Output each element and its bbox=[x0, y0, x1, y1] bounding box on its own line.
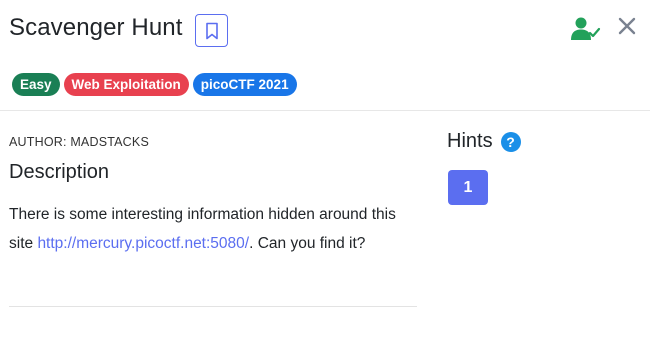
challenge-link[interactable]: http://mercury.picoctf.net:5080/ bbox=[37, 235, 249, 252]
close-icon[interactable] bbox=[615, 14, 639, 38]
challenge-tags: Easy Web Exploitation picoCTF 2021 bbox=[12, 73, 297, 96]
bookmark-button[interactable] bbox=[195, 14, 228, 47]
description-text: There is some interesting information hi… bbox=[9, 200, 419, 258]
challenge-title: Scavenger Hunt bbox=[9, 14, 183, 41]
bookmark-icon bbox=[205, 22, 218, 39]
difficulty-badge: Easy bbox=[12, 73, 60, 96]
description-text-end: . Can you find it? bbox=[249, 235, 366, 252]
category-badge: Web Exploitation bbox=[63, 73, 189, 96]
event-badge: picoCTF 2021 bbox=[192, 73, 297, 96]
hints-section-title: Hints ? bbox=[447, 130, 521, 153]
user-check-icon bbox=[571, 17, 601, 40]
header-divider bbox=[0, 110, 650, 111]
description-divider bbox=[9, 306, 417, 307]
challenge-header: Scavenger Hunt Easy Web Exploitation pic… bbox=[0, 0, 650, 110]
hint-button-1[interactable]: 1 bbox=[448, 170, 488, 205]
description-heading: Description bbox=[9, 161, 110, 183]
hints-title: Hints bbox=[447, 130, 493, 152]
question-circle-icon[interactable]: ? bbox=[500, 131, 521, 152]
author-label: AUTHOR: MADSTACKS bbox=[9, 135, 149, 149]
